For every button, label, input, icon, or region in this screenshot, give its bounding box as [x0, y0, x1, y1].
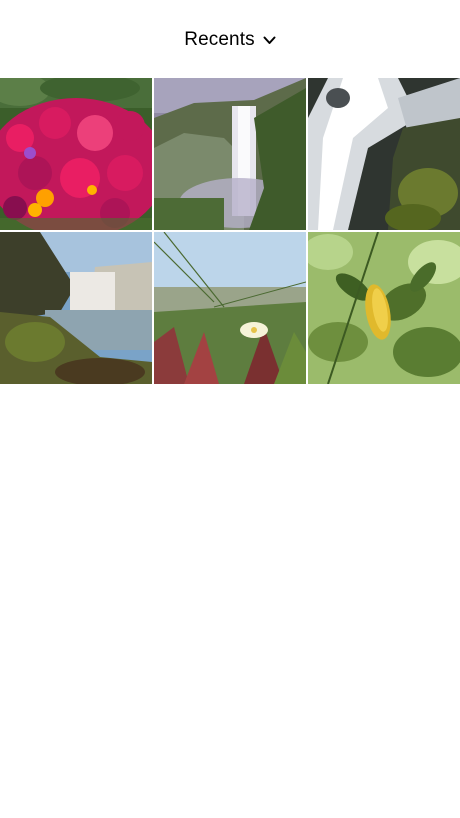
- photo-thumbnail-grass-ice-plant[interactable]: [154, 232, 306, 384]
- album-title: Recents: [184, 29, 255, 50]
- album-picker-button[interactable]: Recents: [184, 29, 276, 51]
- photo-thumbnail-waterfall-rocks[interactable]: [308, 78, 460, 230]
- chevron-down-icon: [263, 36, 276, 45]
- photo-grid: [0, 78, 460, 384]
- photo-thumbnail-waterfall-river[interactable]: [0, 232, 152, 384]
- photo-thumbnail-pink-flowers[interactable]: [0, 78, 152, 230]
- photo-thumbnail-waterfall-cliff[interactable]: [154, 78, 306, 230]
- photo-thumbnail-green-leaves[interactable]: [308, 232, 460, 384]
- top-bar: Recents: [0, 0, 460, 78]
